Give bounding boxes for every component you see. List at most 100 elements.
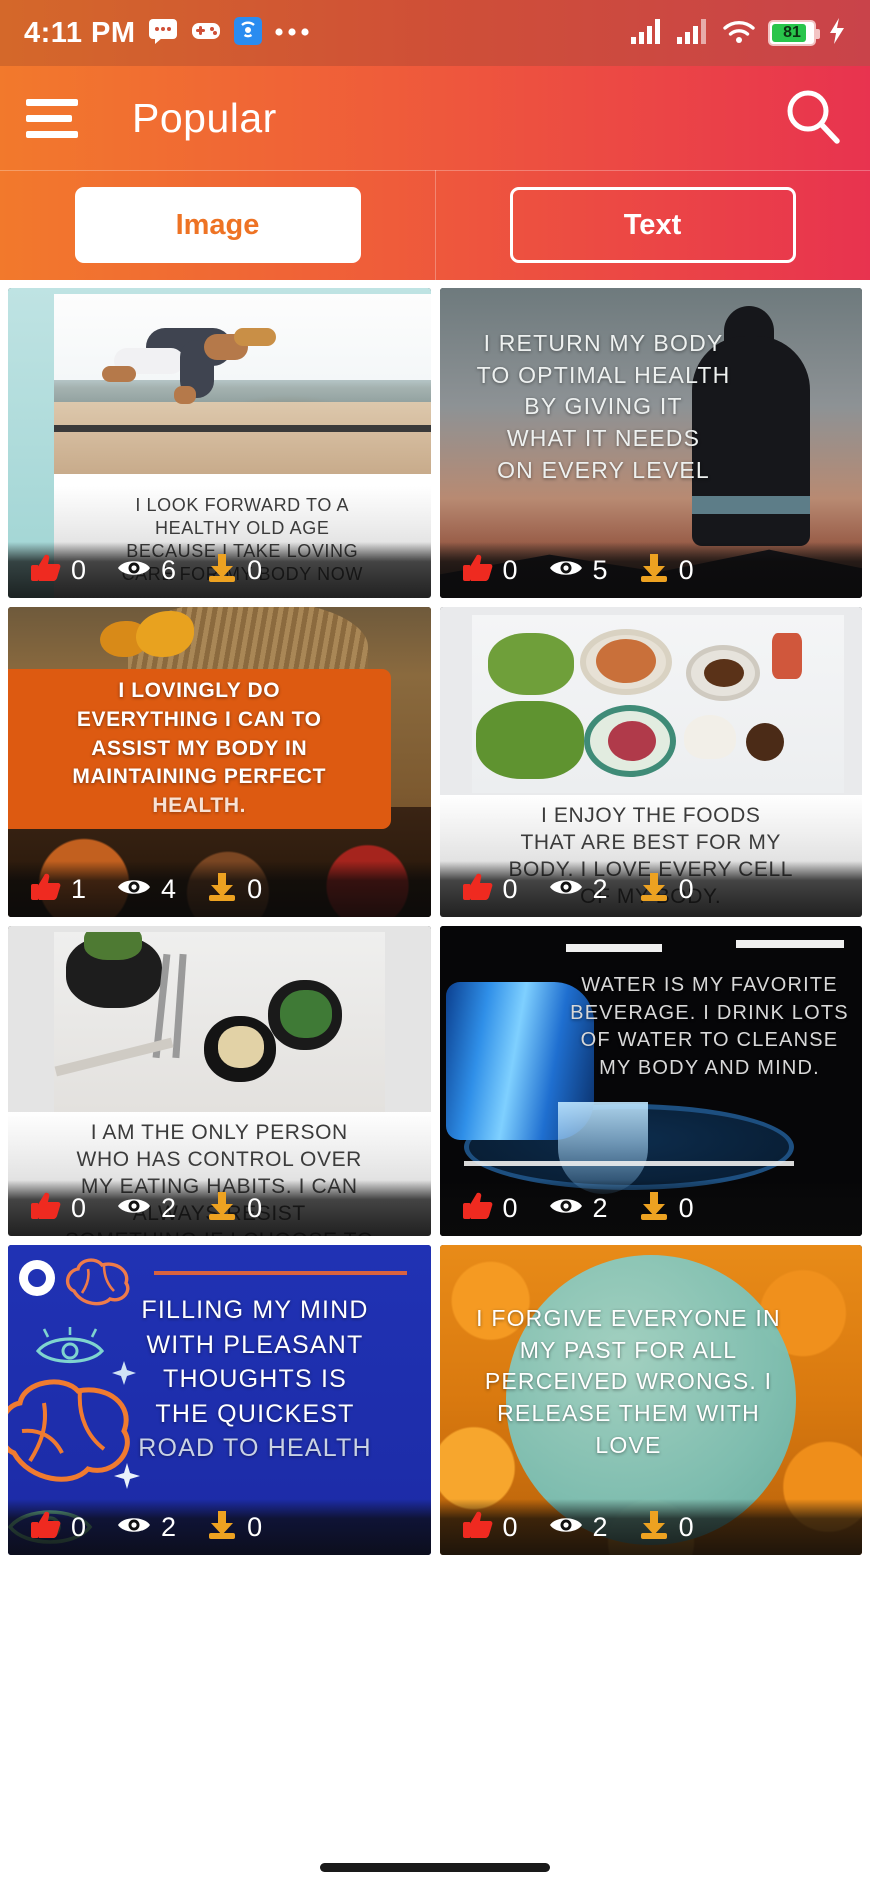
status-bar: 4:11 PM 81 [0, 0, 870, 66]
view-stat: 2 [548, 1512, 608, 1543]
download-count: 0 [678, 873, 694, 904]
thumbs-up-icon [30, 1510, 62, 1545]
view-count: 6 [161, 554, 177, 585]
caption-line: RELEASE THEM WITH LOVE [497, 1400, 760, 1458]
like-stat[interactable]: 0 [30, 1510, 86, 1545]
caption-line: I FORGIVE EVERYONE IN [476, 1305, 781, 1331]
like-stat[interactable]: 0 [462, 1510, 518, 1545]
battery-percent: 81 [783, 24, 801, 41]
like-count: 0 [71, 1511, 87, 1542]
download-count: 0 [678, 1192, 694, 1223]
download-icon [206, 1510, 238, 1545]
like-count: 0 [502, 1511, 518, 1542]
caption-line: THE QUICKEST [155, 1399, 355, 1428]
home-pill[interactable] [320, 1862, 550, 1872]
caption-line: WATER IS MY FAVORITE [581, 974, 838, 996]
hamburger-icon[interactable] [26, 98, 82, 138]
caption-line: MAINTAINING PERFECT [72, 765, 327, 789]
caption-line: MY BODY AND MIND. [599, 1056, 820, 1079]
eye-icon [116, 1513, 152, 1542]
card-yoga[interactable]: I LOOK FORWARD TO A HEALTHY OLD AGE BECA… [8, 288, 431, 598]
like-stat[interactable]: 0 [462, 1191, 518, 1226]
caption-line: HEALTH. [152, 794, 247, 818]
download-stat[interactable]: 0 [638, 1191, 694, 1226]
caption-line: I ENJOY THE FOODS [541, 804, 761, 827]
download-stat[interactable]: 0 [638, 553, 694, 588]
content-type-tabs: Image Text [0, 170, 870, 280]
download-count: 0 [678, 1511, 694, 1542]
card-water[interactable]: WATER IS MY FAVORITE BEVERAGE. I DRINK L… [439, 926, 862, 1236]
like-stat[interactable]: 0 [30, 1191, 86, 1226]
download-icon [206, 553, 238, 588]
like-count: 0 [71, 1192, 87, 1223]
view-stat: 2 [116, 1193, 176, 1224]
card-stats: 0 2 0 [8, 1499, 431, 1555]
thumbs-up-icon [462, 1191, 494, 1226]
card-pleasant-thoughts[interactable]: FILLING MY MIND WITH PLEASANT THOUGHTS I… [8, 1245, 431, 1555]
card-caption: I FORGIVE EVERYONE IN MY PAST FOR ALL PE… [464, 1303, 794, 1462]
download-stat[interactable]: 0 [206, 872, 262, 907]
card-caption: WATER IS MY FAVORITE BEVERAGE. I DRINK L… [570, 972, 850, 1082]
caption-line: TO OPTIMAL HEALTH [476, 361, 731, 388]
view-count: 5 [592, 554, 608, 585]
charging-bolt-icon [828, 17, 846, 50]
tab-text-slot: Text [435, 187, 870, 263]
card-stats: 0 2 0 [439, 1499, 862, 1555]
like-count: 1 [71, 873, 87, 904]
like-stat[interactable]: 0 [462, 872, 518, 907]
card-lovingly-do[interactable]: I LOVINGLY DO EVERYTHING I CAN TO ASSIST… [8, 607, 431, 917]
card-caption: I RETURN MY BODY TO OPTIMAL HEALTH BY GI… [454, 328, 754, 487]
thumbs-up-icon [462, 553, 494, 588]
caption-line: MY PAST FOR ALL [519, 1336, 738, 1363]
thumbs-up-icon [30, 553, 62, 588]
like-stat[interactable]: 1 [30, 872, 86, 907]
page-title: Popular [132, 94, 277, 141]
card-enjoy-foods[interactable]: I ENJOY THE FOODS THAT ARE BEST FOR MY B… [439, 607, 862, 917]
caption-line: I LOOK FORWARD TO A [135, 495, 350, 515]
like-count: 0 [502, 554, 518, 585]
download-count: 0 [247, 1192, 263, 1223]
signal-1-icon [630, 17, 664, 50]
view-stat: 2 [116, 1512, 176, 1543]
card-eating-habits[interactable]: I AM THE ONLY PERSON WHO HAS CONTROL OVE… [8, 926, 431, 1236]
like-stat[interactable]: 0 [462, 553, 518, 588]
wifi-icon [722, 17, 756, 50]
download-count: 0 [247, 1511, 263, 1542]
search-icon[interactable] [782, 85, 844, 152]
eye-icon [548, 556, 584, 585]
download-stat[interactable]: 0 [638, 1510, 694, 1545]
caption-line: OF WATER TO CLEANSE [580, 1029, 839, 1052]
download-stat[interactable]: 0 [206, 1510, 262, 1545]
eye-icon [548, 875, 584, 904]
caption-line: FILLING MY MIND [141, 1296, 369, 1324]
tab-divider [435, 170, 436, 280]
view-stat: 2 [548, 874, 608, 905]
circle-dot-icon [14, 1255, 60, 1306]
caption-line: WHAT IT NEEDS [506, 425, 701, 452]
home-indicator-bar [0, 1850, 870, 1884]
caption-line: I LOVINGLY DO [118, 678, 281, 702]
like-stat[interactable]: 0 [30, 553, 86, 588]
card-caption: FILLING MY MIND WITH PLEASANT THOUGHTS I… [138, 1293, 372, 1466]
caption-line: PERCEIVED WRONGS. I [484, 1368, 773, 1395]
card-optimal-health[interactable]: I RETURN MY BODY TO OPTIMAL HEALTH BY GI… [439, 288, 862, 598]
view-count: 2 [592, 1511, 608, 1542]
hotspot-icon [233, 16, 262, 50]
view-count: 2 [592, 1192, 608, 1223]
brain-icon [60, 1253, 138, 1318]
caption-line: WITH PLEASANT [146, 1330, 364, 1359]
download-stat[interactable]: 0 [638, 872, 694, 907]
card-forgive[interactable]: I FORGIVE EVERYONE IN MY PAST FOR ALL PE… [439, 1245, 862, 1555]
card-stats: 1 4 0 [8, 861, 431, 917]
caption-line: THAT ARE BEST FOR MY [520, 830, 782, 854]
tab-text[interactable]: Text [509, 187, 796, 263]
download-stat[interactable]: 0 [206, 553, 262, 588]
view-stat: 4 [116, 874, 176, 905]
download-stat[interactable]: 0 [206, 1191, 262, 1226]
status-bar-left: 4:11 PM [24, 16, 310, 50]
thumbs-up-icon [30, 872, 62, 907]
download-icon [638, 1510, 670, 1545]
eye-icon [116, 875, 152, 904]
tab-image[interactable]: Image [74, 187, 361, 263]
status-bar-right: 81 [630, 17, 846, 50]
